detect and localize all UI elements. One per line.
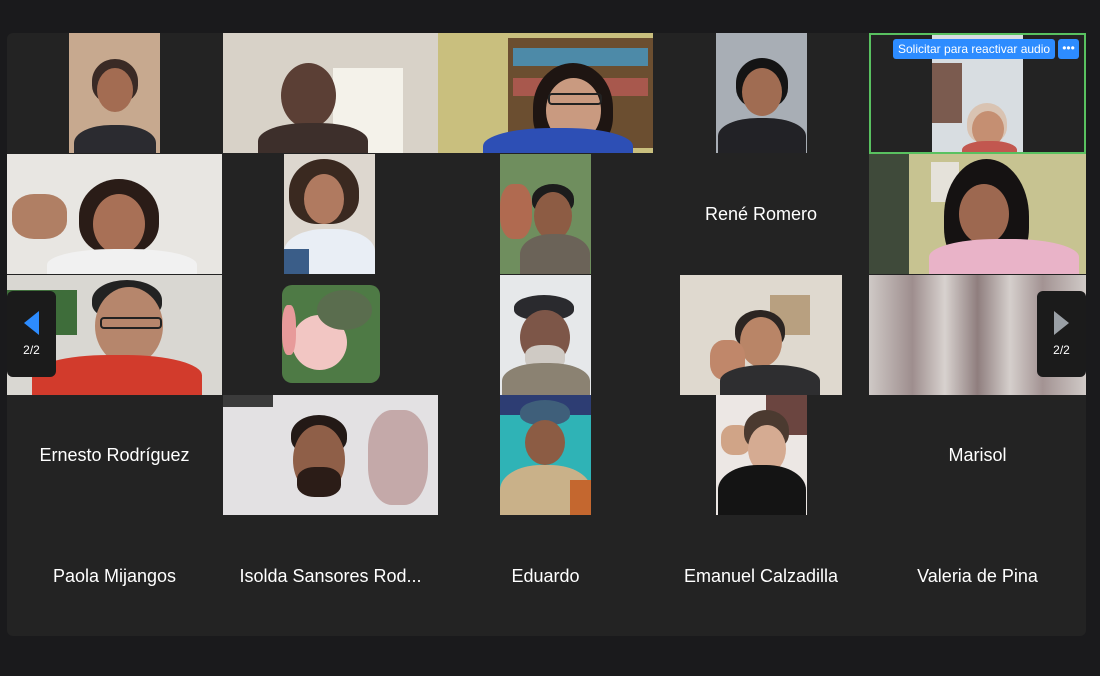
video-tile-3[interactable] xyxy=(438,33,653,153)
participant-video xyxy=(500,395,591,515)
gallery-grid: René Romero Ernesto Rodríguez Marisol Pa… xyxy=(7,33,1086,636)
video-tile-16[interactable] xyxy=(438,395,653,515)
participant-tile[interactable]: Paola Mijangos xyxy=(7,516,222,636)
participant-name: René Romero xyxy=(704,203,818,224)
video-tile-1[interactable] xyxy=(7,33,222,153)
participant-name: Paola Mijangos xyxy=(52,565,177,586)
participant-name: Valeria de Pina xyxy=(917,565,1038,586)
request-unmute-button[interactable]: Solicitar para reactivar audio xyxy=(893,39,1056,59)
arrow-right-icon xyxy=(1054,311,1069,335)
participant-tile[interactable]: Isolda Sansores Rod... xyxy=(223,516,438,636)
participant-video xyxy=(223,33,438,153)
participant-avatar xyxy=(282,285,380,383)
participant-name: Isolda Sansores Rod... xyxy=(239,565,422,586)
participant-video xyxy=(716,395,807,515)
arrow-left-icon xyxy=(24,311,39,335)
video-tile-2[interactable] xyxy=(223,33,438,153)
video-tile-9[interactable] xyxy=(869,154,1086,274)
participant-video xyxy=(500,275,591,395)
video-tile-7[interactable] xyxy=(223,154,438,274)
video-tile-15[interactable] xyxy=(223,395,438,515)
participant-name: Ernesto Rodríguez xyxy=(39,444,190,465)
participant-video xyxy=(69,33,160,153)
participant-video xyxy=(223,395,438,515)
video-tile-13[interactable] xyxy=(653,275,869,395)
participant-name: Marisol xyxy=(948,444,1007,465)
participant-tile[interactable]: Ernesto Rodríguez xyxy=(7,395,222,515)
video-tile-8[interactable] xyxy=(438,154,653,274)
participant-tile[interactable]: Eduardo xyxy=(438,516,653,636)
page-indicator: 2/2 xyxy=(23,343,40,357)
participant-video xyxy=(869,154,1086,274)
next-page-button[interactable]: 2/2 xyxy=(1037,291,1086,377)
participant-video xyxy=(680,275,842,395)
previous-page-button[interactable]: 2/2 xyxy=(7,291,56,377)
video-tile-4[interactable] xyxy=(653,33,869,153)
participant-tile[interactable]: Emanuel Calzadilla xyxy=(653,516,869,636)
participant-video xyxy=(284,154,375,274)
video-tile-11[interactable] xyxy=(223,275,438,395)
participant-tile[interactable]: Marisol xyxy=(869,395,1086,515)
participant-tile[interactable]: Valeria de Pina xyxy=(869,516,1086,636)
participant-name: Eduardo xyxy=(511,565,580,586)
participant-video xyxy=(716,33,807,153)
participant-video xyxy=(438,33,653,153)
video-tile-12[interactable] xyxy=(438,275,653,395)
more-options-button[interactable]: ••• xyxy=(1058,39,1079,59)
page-indicator: 2/2 xyxy=(1053,343,1070,357)
participant-tile[interactable]: René Romero xyxy=(653,154,869,274)
participant-video xyxy=(500,154,591,274)
participant-video xyxy=(7,154,222,274)
video-tile-17[interactable] xyxy=(653,395,869,515)
video-tile-6[interactable] xyxy=(7,154,222,274)
participant-name: Emanuel Calzadilla xyxy=(683,565,839,586)
